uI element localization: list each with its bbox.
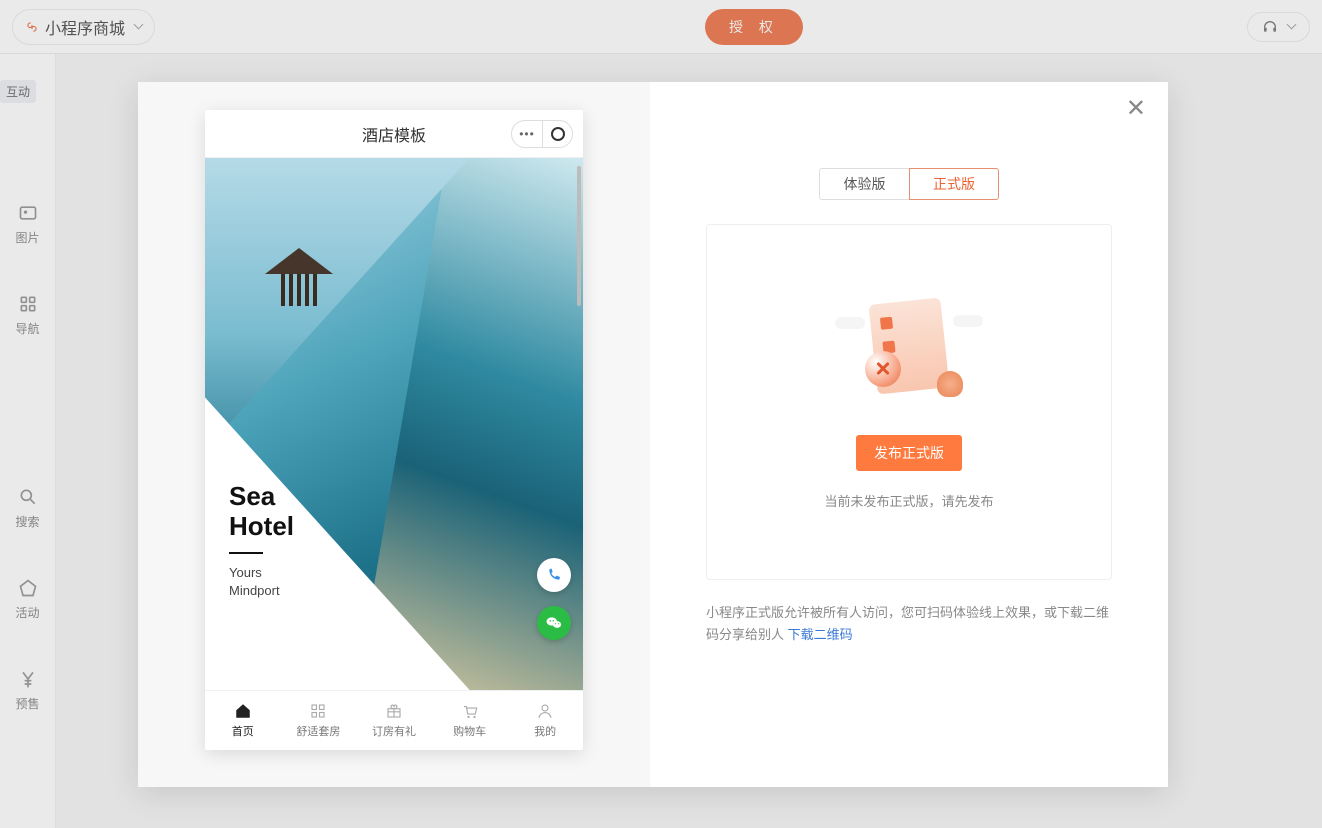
tab-trial-version[interactable]: 体验版: [819, 168, 909, 200]
publish-modal: 酒店模板 Sea Hotel Yours Mindport: [138, 82, 1168, 787]
wechat-button[interactable]: [537, 606, 571, 640]
tagline-line1: Yours: [229, 564, 294, 582]
tab-label: 订房有礼: [372, 723, 416, 739]
tab-gift[interactable]: 订房有礼: [356, 691, 432, 750]
tab-mine[interactable]: 我的: [507, 691, 583, 750]
empty-state-illustration: [849, 295, 969, 415]
divider: [229, 552, 263, 554]
tab-rooms[interactable]: 舒适套房: [281, 691, 357, 750]
publish-description: 小程序正式版允许被所有人访问，您可扫码体验线上效果，或下载二维码分享给别人 下载…: [706, 602, 1112, 646]
call-button[interactable]: [537, 558, 571, 592]
wechat-icon: [545, 614, 563, 632]
preview-pane: 酒店模板 Sea Hotel Yours Mindport: [138, 82, 650, 787]
tab-home[interactable]: 首页: [205, 691, 281, 750]
tabbar: 首页 舒适套房 订房有礼 购物车 我的: [205, 690, 583, 750]
miniprogram-title: 酒店模板: [362, 122, 426, 146]
version-tabs: 体验版 正式版: [706, 168, 1112, 200]
tab-label: 购物车: [453, 723, 486, 739]
tab-label: 我的: [534, 723, 556, 739]
scrollbar-thumb[interactable]: [577, 166, 581, 306]
publish-pane: ✕ 体验版 正式版 发布正式版 当前未发布正式版，请先发布 小程序正式版允许被所…: [650, 82, 1168, 787]
close-button[interactable]: ✕: [1120, 92, 1152, 125]
capsule-menu-button[interactable]: [512, 121, 542, 147]
hotel-name-line2: Hotel: [229, 512, 294, 542]
capsule-close-button[interactable]: [542, 121, 572, 147]
hut-image: [265, 266, 335, 316]
tab-release-version[interactable]: 正式版: [909, 168, 999, 200]
download-qr-link[interactable]: 下载二维码: [788, 627, 853, 642]
capsule-buttons: [511, 120, 573, 148]
phone-icon: [546, 567, 562, 583]
hotel-name-line1: Sea: [229, 482, 294, 512]
publish-release-button[interactable]: 发布正式版: [856, 435, 962, 471]
phone-preview: 酒店模板 Sea Hotel Yours Mindport: [205, 110, 583, 750]
phone-header: 酒店模板: [205, 110, 583, 158]
home-icon: [233, 702, 253, 720]
cart-icon: [460, 702, 480, 720]
hotel-copy: Sea Hotel Yours Mindport: [229, 482, 294, 600]
phone-body: Sea Hotel Yours Mindport: [205, 158, 583, 690]
grid-icon: [308, 702, 328, 720]
publish-hint: 当前未发布正式版，请先发布: [824, 491, 993, 510]
tab-label: 首页: [232, 723, 254, 739]
publish-box: 发布正式版 当前未发布正式版，请先发布: [706, 224, 1112, 580]
desc-text: 小程序正式版允许被所有人访问，您可扫码体验线上效果，或下载二维码分享给别人: [706, 605, 1109, 642]
gift-icon: [384, 702, 404, 720]
user-icon: [535, 702, 555, 720]
tab-label: 舒适套房: [296, 723, 340, 739]
tagline-line2: Mindport: [229, 582, 294, 600]
tab-cart[interactable]: 购物车: [432, 691, 508, 750]
